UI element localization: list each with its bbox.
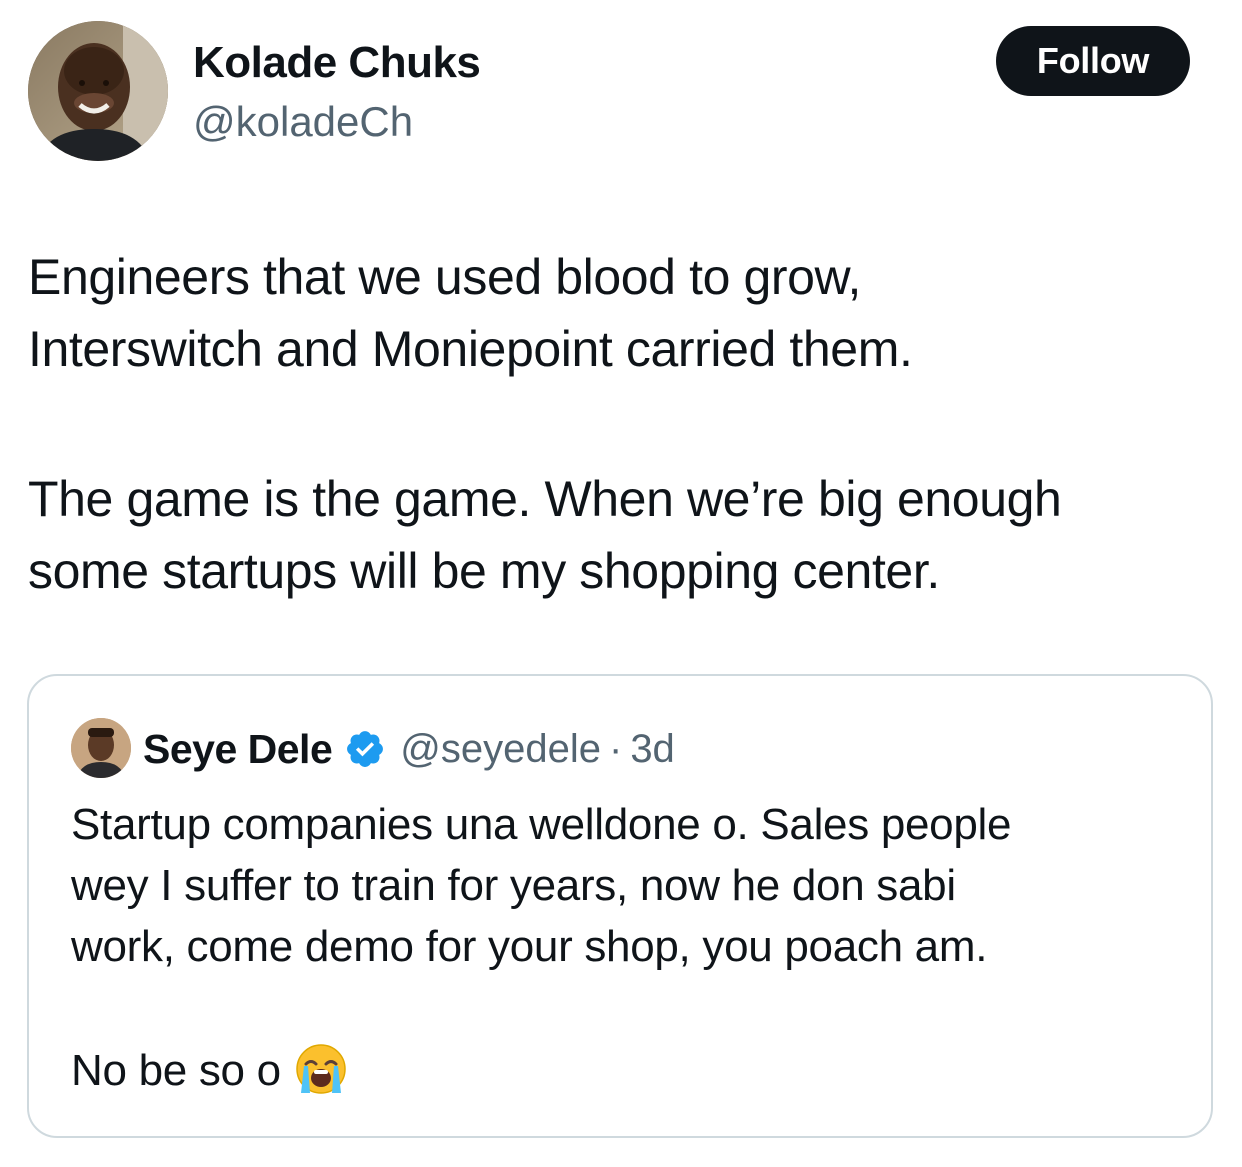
- tweet-paragraph-1: Engineers that we used blood to grow, In…: [28, 241, 1218, 385]
- quoted-tweet-header: Seye Dele @seyedele · 3d: [143, 722, 675, 776]
- profile-photo-icon: [28, 21, 168, 161]
- author-avatar[interactable]: [28, 21, 168, 161]
- quoted-tweet-line: No be so o: [71, 1046, 281, 1095]
- tweet-paragraph-2: The game is the game. When we’re big eno…: [28, 463, 1218, 607]
- verified-badge-icon: [347, 731, 384, 767]
- tweet-line: Engineers that we used blood to grow,: [28, 249, 861, 305]
- author-name[interactable]: Kolade Chuks: [193, 37, 481, 89]
- quoted-author-handle[interactable]: @seyedele: [400, 727, 601, 772]
- loudly-crying-face-emoji-icon: [296, 1044, 346, 1094]
- quoted-tweet-paragraph-2: No be so o: [71, 1040, 347, 1101]
- quoted-tweet-paragraph-1: Startup companies una welldone o. Sales …: [71, 794, 1011, 977]
- tweet-line: some startups will be my shopping center…: [28, 543, 940, 599]
- quoted-author-avatar[interactable]: [71, 718, 131, 778]
- quoted-tweet-card[interactable]: Seye Dele @seyedele · 3d Startup compani…: [27, 674, 1213, 1138]
- profile-photo-icon: [71, 718, 131, 778]
- tweet-line: The game is the game. When we’re big eno…: [28, 471, 1062, 527]
- author-handle[interactable]: @koladeCh: [193, 97, 413, 147]
- quoted-tweet-line: Startup companies una welldone o. Sales …: [71, 800, 1012, 849]
- quoted-tweet-line: wey I suffer to train for years, now he …: [71, 861, 956, 910]
- separator-dot: ·: [608, 726, 623, 771]
- quoted-author-name[interactable]: Seye Dele: [143, 726, 333, 773]
- quoted-tweet-time[interactable]: 3d: [630, 727, 675, 772]
- quoted-tweet-line: work, come demo for your shop, you poach…: [71, 922, 988, 971]
- tweet-line: Interswitch and Moniepoint carried them.: [28, 321, 913, 377]
- follow-button[interactable]: Follow: [996, 26, 1190, 96]
